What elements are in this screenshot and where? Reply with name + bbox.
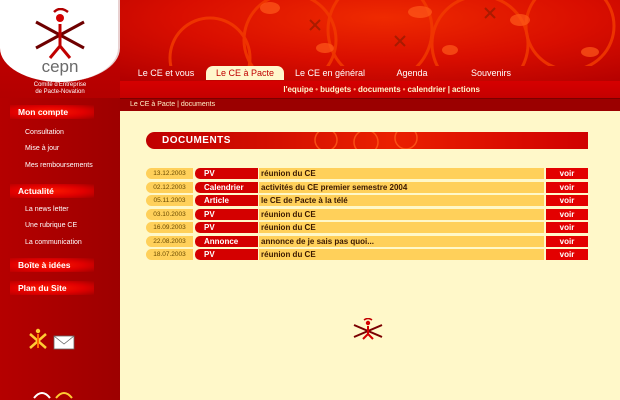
subtitle-line-2: de Pacte-Novation [35, 89, 85, 95]
voir-button[interactable]: voir [546, 222, 588, 233]
doc-type: PV [195, 168, 258, 179]
sidebar-heading-plan-du-site[interactable]: Plan du Site [10, 281, 94, 295]
subnav-calendrier[interactable]: calendrier [407, 85, 445, 94]
voir-button[interactable]: voir [546, 235, 588, 247]
small-figure-logo [33, 392, 73, 399]
nav-souvenirs[interactable]: Souvenirs [460, 66, 522, 80]
nav-le-ce-a-pacte[interactable]: Le CE à Pacte [206, 66, 284, 80]
sidebar-link-remboursements[interactable]: Mes remboursements [25, 162, 93, 169]
doc-date: 13.12.2003 [146, 168, 193, 179]
section-title: DOCUMENTS [162, 135, 231, 146]
voir-button[interactable]: voir [546, 249, 588, 260]
doc-title: le CE de Pacte à la télé [259, 195, 544, 206]
voir-button[interactable]: voir [546, 195, 588, 206]
nav-le-ce-et-vous[interactable]: Le CE et vous [130, 66, 202, 80]
table-row: 13.12.2003 PV réunion du CE voir [146, 168, 588, 179]
sidebar-heading-boite-a-idees[interactable]: Boîte à idées [10, 258, 94, 272]
cepn-figure-logo-small [353, 318, 383, 340]
doc-title: réunion du CE [259, 168, 544, 179]
doc-type: PV [195, 208, 258, 220]
subnav-equipe[interactable]: l'equipe [283, 85, 313, 94]
logo-wordmark: cepn [41, 57, 79, 76]
subnav-actions[interactable]: actions [452, 85, 480, 94]
doc-date: 16.09.2003 [146, 222, 193, 233]
doc-date: 05.11.2003 [146, 195, 193, 206]
subnav-documents[interactable]: documents [358, 85, 401, 94]
header-decoration [168, 0, 616, 66]
banner-decoration [314, 132, 418, 149]
voir-button[interactable]: voir [546, 168, 588, 179]
sidebar-link-rubrique-ce[interactable]: Une rubrique CE [25, 222, 77, 229]
table-row: 03.10.2003 PV réunion du CE voir [146, 208, 588, 220]
nav-le-ce-en-general[interactable]: Le CE en général [290, 66, 370, 80]
subnav-budgets[interactable]: budgets [320, 85, 351, 94]
doc-date: 18.07.2003 [146, 249, 193, 260]
doc-date: 02.12.2003 [146, 181, 193, 193]
logo-subtitle: Comité d'Entreprise de Pacte-Novation [0, 82, 120, 96]
table-row: 05.11.2003 Article le CE de Pacte à la t… [146, 195, 588, 206]
sidebar-link-mise-a-jour[interactable]: Mise à jour [25, 145, 59, 152]
sidebar-heading-actualite[interactable]: Actualité [10, 184, 94, 198]
doc-title: annonce de je sais pas quoi... [259, 235, 544, 247]
subtitle-line-1: Comité d'Entreprise [33, 82, 87, 88]
doc-type: PV [195, 249, 258, 260]
table-row: 02.12.2003 Calendrier activités du CE pr… [146, 181, 588, 193]
mail-envelope-icon[interactable] [28, 328, 78, 354]
doc-type: Article [195, 195, 258, 206]
nav-agenda[interactable]: Agenda [386, 66, 438, 80]
cepn-figure-logo [35, 8, 85, 59]
voir-button[interactable]: voir [546, 181, 588, 193]
doc-type: PV [195, 222, 258, 233]
main-nav: Le CE et vous Le CE à Pacte Le CE en gén… [120, 66, 620, 80]
doc-date: 22.08.2003 [146, 235, 193, 247]
doc-title: activités du CE premier semestre 2004 [259, 181, 544, 193]
sidebar: Mon compte Consultation Mise à jour Mes … [0, 98, 120, 400]
doc-type: Annonce [195, 235, 258, 247]
section-title-banner: DOCUMENTS [146, 132, 588, 149]
sidebar-link-communication[interactable]: La communication [25, 239, 82, 246]
table-row: 22.08.2003 Annonce annonce de je sais pa… [146, 235, 588, 247]
main-content: DOCUMENTS 13.12.2003 PV réunion du CE vo… [120, 111, 620, 400]
site-header: cepn Comité d'Entreprise de Pacte-Novati… [0, 0, 620, 98]
doc-title: réunion du CE [259, 208, 544, 220]
logo-badge[interactable]: cepn [0, 0, 120, 82]
doc-type: Calendrier [195, 181, 258, 193]
doc-date: 03.10.2003 [146, 208, 193, 220]
table-row: 18.07.2003 PV réunion du CE voir [146, 249, 588, 260]
sidebar-heading-mon-compte[interactable]: Mon compte [10, 105, 94, 119]
doc-title: réunion du CE [259, 222, 544, 233]
sub-nav: l'equipe • budgets • documents • calendrier | ac… [120, 81, 620, 98]
sidebar-link-newsletter[interactable]: La news letter [25, 206, 69, 213]
breadcrumb: Le CE à Pacte | documents [120, 98, 620, 111]
voir-button[interactable]: voir [546, 208, 588, 220]
sidebar-link-consultation[interactable]: Consultation [25, 129, 64, 136]
doc-title: réunion du CE [259, 249, 544, 260]
subnav-separator: • [353, 85, 356, 94]
table-row: 16.09.2003 PV réunion du CE voir [146, 222, 588, 233]
